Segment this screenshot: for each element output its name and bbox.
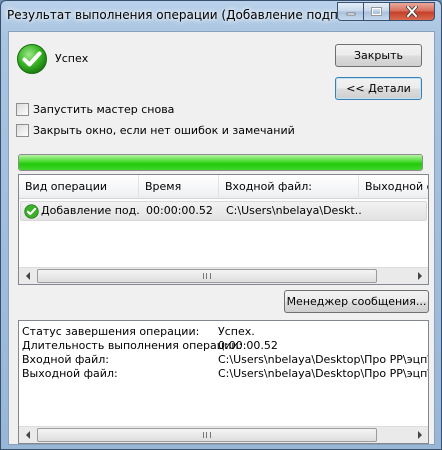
checkmark-success-icon bbox=[17, 44, 47, 74]
scroll-left-button[interactable] bbox=[19, 268, 36, 284]
details-button[interactable]: << Детали bbox=[335, 77, 422, 100]
detail-value: C:\Users\nbelaya\Desktop\Про PP\эцп\Dog bbox=[218, 353, 428, 366]
grip-icon bbox=[203, 273, 211, 279]
details-horizontal-scrollbar[interactable] bbox=[19, 426, 428, 443]
status-label: Успех bbox=[55, 52, 89, 65]
window-title: Результат выполнения операции (Добавлени… bbox=[7, 8, 365, 22]
arrow-left-icon bbox=[25, 431, 30, 439]
close-if-no-errors-option[interactable]: Закрыть окно, если нет ошибок и замечани… bbox=[16, 124, 295, 137]
progress-fill bbox=[19, 155, 422, 170]
arrow-left-icon bbox=[25, 272, 30, 280]
operation-details-panel[interactable]: Статус завершения операции: Успех. Длите… bbox=[18, 320, 429, 444]
minimize-icon bbox=[346, 12, 355, 15]
arrow-right-icon bbox=[417, 272, 422, 280]
detail-value: Успех. bbox=[218, 325, 255, 338]
cell-time: 00:00:00.52 bbox=[146, 204, 213, 217]
column-header-operation-type[interactable]: Вид операции bbox=[19, 175, 139, 199]
rerun-wizard-option[interactable]: Запустить мастер снова bbox=[16, 103, 174, 116]
checkmark-success-icon bbox=[24, 204, 39, 219]
title-bar[interactable]: Результат выполнения операции (Добавлени… bbox=[1, 1, 441, 31]
close-button[interactable]: Закрыть bbox=[335, 44, 422, 67]
result-window: Результат выполнения операции (Добавлени… bbox=[0, 0, 442, 450]
maximize-icon bbox=[371, 7, 382, 16]
arrow-right-icon bbox=[417, 431, 422, 439]
column-header-output-file[interactable]: Выходной ф bbox=[359, 175, 428, 199]
detail-value: C:\Users\nbelaya\Desktop\Про PP\эцп\Dog bbox=[218, 367, 428, 380]
detail-label: Выходной файл: bbox=[22, 367, 118, 380]
column-header-time[interactable]: Время bbox=[139, 175, 219, 199]
close-icon bbox=[406, 6, 418, 17]
cell-input-file: C:\Users\nbelaya\Deskt... bbox=[226, 204, 361, 217]
progress-bar bbox=[18, 154, 423, 171]
operations-list-header: Вид операции Время Входной файл: Выходно… bbox=[19, 175, 428, 199]
caption-buttons bbox=[337, 2, 435, 21]
operations-list[interactable]: Вид операции Время Входной файл: Выходно… bbox=[18, 174, 429, 285]
detail-value: 0:00:00.52 bbox=[218, 339, 278, 352]
column-header-input-file[interactable]: Входной файл: bbox=[219, 175, 359, 199]
scroll-thumb[interactable] bbox=[37, 428, 377, 442]
scroll-right-button[interactable] bbox=[411, 427, 428, 443]
detail-label: Входной файл: bbox=[22, 353, 109, 366]
detail-label: Статус завершения операции: bbox=[22, 325, 200, 338]
detail-label: Длительность выполнения операции: bbox=[22, 339, 243, 352]
dialog-body: Успех Закрыть << Детали Запустить мастер… bbox=[8, 31, 435, 445]
message-manager-button[interactable]: Менеджер сообщения... bbox=[284, 290, 429, 313]
rerun-wizard-label: Запустить мастер снова bbox=[33, 103, 175, 116]
table-row[interactable]: Добавление под... 00:00:00.52 C:\Users\n… bbox=[20, 201, 427, 221]
scroll-left-button[interactable] bbox=[19, 427, 36, 443]
rerun-wizard-checkbox[interactable] bbox=[16, 103, 29, 116]
close-if-no-errors-label: Закрыть окно, если нет ошибок и замечани… bbox=[33, 124, 295, 137]
minimize-button[interactable] bbox=[337, 2, 364, 21]
close-window-button[interactable] bbox=[390, 2, 435, 21]
cell-operation-type: Добавление под... bbox=[41, 204, 139, 217]
scroll-thumb[interactable] bbox=[37, 269, 377, 283]
operations-horizontal-scrollbar[interactable] bbox=[19, 267, 428, 284]
grip-icon bbox=[203, 432, 211, 438]
close-if-no-errors-checkbox[interactable] bbox=[16, 124, 29, 137]
scroll-right-button[interactable] bbox=[411, 268, 428, 284]
maximize-button[interactable] bbox=[364, 2, 390, 21]
